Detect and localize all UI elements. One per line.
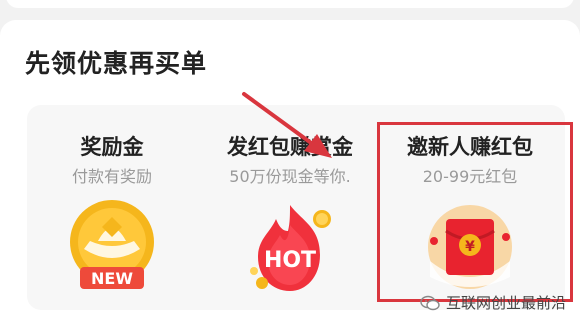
previous-card-bottom	[6, 0, 574, 8]
wechat-icon	[420, 295, 440, 311]
watermark-text: 互联网创业最前沿	[446, 294, 567, 312]
card-red-packet-bounty[interactable]: 发红包赚赏金 50万份现金等你. HOT	[205, 105, 375, 310]
watermark: 互联网创业最前沿	[420, 292, 566, 313]
hot-badge: HOT	[264, 248, 316, 273]
highlight-box	[377, 122, 573, 302]
card-title: 发红包赚赏金	[227, 135, 353, 159]
card-title: 奖励金	[80, 135, 144, 159]
card-reward-gold[interactable]: 奖励金 付款有奖励 NEW	[27, 105, 197, 310]
gold-ingot-coin-icon: NEW	[70, 200, 154, 289]
hot-fire-icon: HOT	[250, 205, 331, 291]
new-badge: NEW	[91, 269, 133, 288]
section-title: 先领优惠再买单	[25, 49, 208, 78]
card-subtitle: 50万份现金等你.	[229, 167, 351, 186]
card-subtitle: 付款有奖励	[71, 167, 152, 186]
